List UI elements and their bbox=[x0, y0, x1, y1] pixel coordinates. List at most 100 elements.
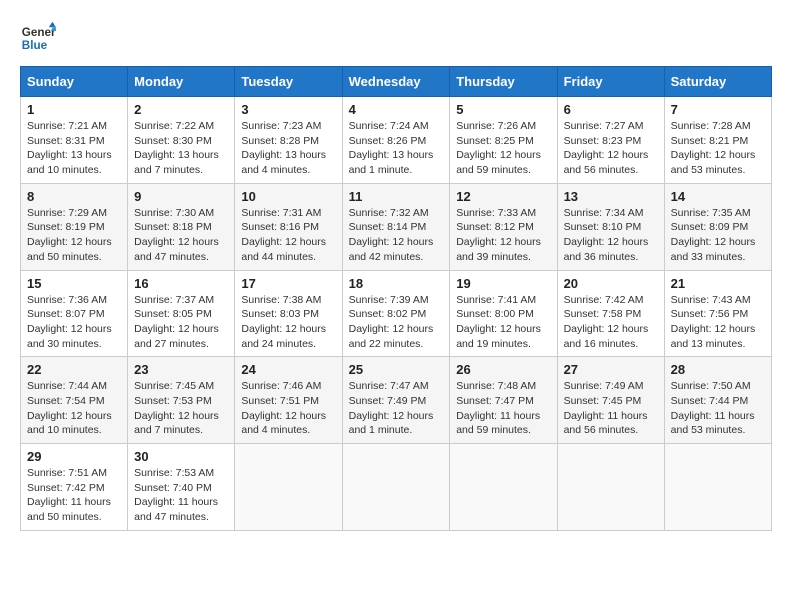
day-number: 10 bbox=[241, 189, 335, 204]
calendar-cell: 3 Sunrise: 7:23 AMSunset: 8:28 PMDayligh… bbox=[235, 97, 342, 184]
page-header: General Blue bbox=[20, 20, 772, 56]
day-info: Sunrise: 7:50 AMSunset: 7:44 PMDaylight:… bbox=[671, 379, 765, 438]
day-number: 29 bbox=[27, 449, 121, 464]
header-row: Sunday Monday Tuesday Wednesday Thursday… bbox=[21, 67, 772, 97]
calendar-cell bbox=[235, 444, 342, 531]
calendar-cell: 29 Sunrise: 7:51 AMSunset: 7:42 PMDaylig… bbox=[21, 444, 128, 531]
day-number: 25 bbox=[349, 362, 444, 377]
day-number: 18 bbox=[349, 276, 444, 291]
calendar-cell bbox=[557, 444, 664, 531]
day-info: Sunrise: 7:33 AMSunset: 8:12 PMDaylight:… bbox=[456, 206, 550, 265]
day-number: 14 bbox=[671, 189, 765, 204]
day-number: 16 bbox=[134, 276, 228, 291]
calendar-body: 1 Sunrise: 7:21 AMSunset: 8:31 PMDayligh… bbox=[21, 97, 772, 531]
day-info: Sunrise: 7:35 AMSunset: 8:09 PMDaylight:… bbox=[671, 206, 765, 265]
calendar-week-row: 15 Sunrise: 7:36 AMSunset: 8:07 PMDaylig… bbox=[21, 270, 772, 357]
calendar-cell bbox=[450, 444, 557, 531]
calendar-cell: 6 Sunrise: 7:27 AMSunset: 8:23 PMDayligh… bbox=[557, 97, 664, 184]
calendar-cell: 19 Sunrise: 7:41 AMSunset: 8:00 PMDaylig… bbox=[450, 270, 557, 357]
calendar-cell: 14 Sunrise: 7:35 AMSunset: 8:09 PMDaylig… bbox=[664, 183, 771, 270]
calendar-week-row: 8 Sunrise: 7:29 AMSunset: 8:19 PMDayligh… bbox=[21, 183, 772, 270]
calendar-cell: 8 Sunrise: 7:29 AMSunset: 8:19 PMDayligh… bbox=[21, 183, 128, 270]
calendar-cell: 5 Sunrise: 7:26 AMSunset: 8:25 PMDayligh… bbox=[450, 97, 557, 184]
calendar-cell: 13 Sunrise: 7:34 AMSunset: 8:10 PMDaylig… bbox=[557, 183, 664, 270]
calendar-cell: 11 Sunrise: 7:32 AMSunset: 8:14 PMDaylig… bbox=[342, 183, 450, 270]
day-number: 4 bbox=[349, 102, 444, 117]
calendar-week-row: 29 Sunrise: 7:51 AMSunset: 7:42 PMDaylig… bbox=[21, 444, 772, 531]
col-wednesday: Wednesday bbox=[342, 67, 450, 97]
day-info: Sunrise: 7:26 AMSunset: 8:25 PMDaylight:… bbox=[456, 119, 550, 178]
calendar-cell: 28 Sunrise: 7:50 AMSunset: 7:44 PMDaylig… bbox=[664, 357, 771, 444]
day-info: Sunrise: 7:41 AMSunset: 8:00 PMDaylight:… bbox=[456, 293, 550, 352]
calendar-cell: 23 Sunrise: 7:45 AMSunset: 7:53 PMDaylig… bbox=[128, 357, 235, 444]
day-info: Sunrise: 7:34 AMSunset: 8:10 PMDaylight:… bbox=[564, 206, 658, 265]
day-number: 13 bbox=[564, 189, 658, 204]
day-info: Sunrise: 7:29 AMSunset: 8:19 PMDaylight:… bbox=[27, 206, 121, 265]
calendar-week-row: 22 Sunrise: 7:44 AMSunset: 7:54 PMDaylig… bbox=[21, 357, 772, 444]
day-info: Sunrise: 7:24 AMSunset: 8:26 PMDaylight:… bbox=[349, 119, 444, 178]
day-info: Sunrise: 7:32 AMSunset: 8:14 PMDaylight:… bbox=[349, 206, 444, 265]
svg-text:General: General bbox=[22, 26, 56, 39]
calendar-cell: 2 Sunrise: 7:22 AMSunset: 8:30 PMDayligh… bbox=[128, 97, 235, 184]
day-info: Sunrise: 7:22 AMSunset: 8:30 PMDaylight:… bbox=[134, 119, 228, 178]
calendar-cell: 9 Sunrise: 7:30 AMSunset: 8:18 PMDayligh… bbox=[128, 183, 235, 270]
calendar-cell: 16 Sunrise: 7:37 AMSunset: 8:05 PMDaylig… bbox=[128, 270, 235, 357]
day-number: 9 bbox=[134, 189, 228, 204]
calendar-cell bbox=[342, 444, 450, 531]
logo: General Blue bbox=[20, 20, 60, 56]
calendar-cell: 27 Sunrise: 7:49 AMSunset: 7:45 PMDaylig… bbox=[557, 357, 664, 444]
svg-text:Blue: Blue bbox=[22, 39, 48, 52]
day-number: 27 bbox=[564, 362, 658, 377]
day-number: 20 bbox=[564, 276, 658, 291]
day-number: 30 bbox=[134, 449, 228, 464]
day-info: Sunrise: 7:37 AMSunset: 8:05 PMDaylight:… bbox=[134, 293, 228, 352]
day-info: Sunrise: 7:49 AMSunset: 7:45 PMDaylight:… bbox=[564, 379, 658, 438]
day-info: Sunrise: 7:30 AMSunset: 8:18 PMDaylight:… bbox=[134, 206, 228, 265]
day-number: 11 bbox=[349, 189, 444, 204]
day-info: Sunrise: 7:36 AMSunset: 8:07 PMDaylight:… bbox=[27, 293, 121, 352]
calendar-cell: 25 Sunrise: 7:47 AMSunset: 7:49 PMDaylig… bbox=[342, 357, 450, 444]
calendar-cell: 26 Sunrise: 7:48 AMSunset: 7:47 PMDaylig… bbox=[450, 357, 557, 444]
day-info: Sunrise: 7:45 AMSunset: 7:53 PMDaylight:… bbox=[134, 379, 228, 438]
day-number: 2 bbox=[134, 102, 228, 117]
calendar-cell: 12 Sunrise: 7:33 AMSunset: 8:12 PMDaylig… bbox=[450, 183, 557, 270]
calendar-table: Sunday Monday Tuesday Wednesday Thursday… bbox=[20, 66, 772, 531]
col-sunday: Sunday bbox=[21, 67, 128, 97]
day-number: 6 bbox=[564, 102, 658, 117]
day-info: Sunrise: 7:44 AMSunset: 7:54 PMDaylight:… bbox=[27, 379, 121, 438]
day-info: Sunrise: 7:42 AMSunset: 7:58 PMDaylight:… bbox=[564, 293, 658, 352]
calendar-cell: 30 Sunrise: 7:53 AMSunset: 7:40 PMDaylig… bbox=[128, 444, 235, 531]
day-info: Sunrise: 7:48 AMSunset: 7:47 PMDaylight:… bbox=[456, 379, 550, 438]
calendar-cell: 1 Sunrise: 7:21 AMSunset: 8:31 PMDayligh… bbox=[21, 97, 128, 184]
day-info: Sunrise: 7:23 AMSunset: 8:28 PMDaylight:… bbox=[241, 119, 335, 178]
day-number: 21 bbox=[671, 276, 765, 291]
calendar-cell: 24 Sunrise: 7:46 AMSunset: 7:51 PMDaylig… bbox=[235, 357, 342, 444]
day-number: 22 bbox=[27, 362, 121, 377]
day-info: Sunrise: 7:39 AMSunset: 8:02 PMDaylight:… bbox=[349, 293, 444, 352]
day-number: 1 bbox=[27, 102, 121, 117]
day-info: Sunrise: 7:51 AMSunset: 7:42 PMDaylight:… bbox=[27, 466, 121, 525]
calendar-cell: 7 Sunrise: 7:28 AMSunset: 8:21 PMDayligh… bbox=[664, 97, 771, 184]
col-tuesday: Tuesday bbox=[235, 67, 342, 97]
day-number: 12 bbox=[456, 189, 550, 204]
day-number: 28 bbox=[671, 362, 765, 377]
day-number: 15 bbox=[27, 276, 121, 291]
day-number: 24 bbox=[241, 362, 335, 377]
day-number: 19 bbox=[456, 276, 550, 291]
day-info: Sunrise: 7:46 AMSunset: 7:51 PMDaylight:… bbox=[241, 379, 335, 438]
day-info: Sunrise: 7:31 AMSunset: 8:16 PMDaylight:… bbox=[241, 206, 335, 265]
day-info: Sunrise: 7:53 AMSunset: 7:40 PMDaylight:… bbox=[134, 466, 228, 525]
calendar-cell: 21 Sunrise: 7:43 AMSunset: 7:56 PMDaylig… bbox=[664, 270, 771, 357]
day-number: 5 bbox=[456, 102, 550, 117]
calendar-cell: 18 Sunrise: 7:39 AMSunset: 8:02 PMDaylig… bbox=[342, 270, 450, 357]
calendar-cell: 15 Sunrise: 7:36 AMSunset: 8:07 PMDaylig… bbox=[21, 270, 128, 357]
calendar-week-row: 1 Sunrise: 7:21 AMSunset: 8:31 PMDayligh… bbox=[21, 97, 772, 184]
day-info: Sunrise: 7:47 AMSunset: 7:49 PMDaylight:… bbox=[349, 379, 444, 438]
calendar-cell: 10 Sunrise: 7:31 AMSunset: 8:16 PMDaylig… bbox=[235, 183, 342, 270]
day-number: 23 bbox=[134, 362, 228, 377]
day-info: Sunrise: 7:21 AMSunset: 8:31 PMDaylight:… bbox=[27, 119, 121, 178]
day-number: 17 bbox=[241, 276, 335, 291]
calendar-cell: 4 Sunrise: 7:24 AMSunset: 8:26 PMDayligh… bbox=[342, 97, 450, 184]
col-friday: Friday bbox=[557, 67, 664, 97]
col-saturday: Saturday bbox=[664, 67, 771, 97]
